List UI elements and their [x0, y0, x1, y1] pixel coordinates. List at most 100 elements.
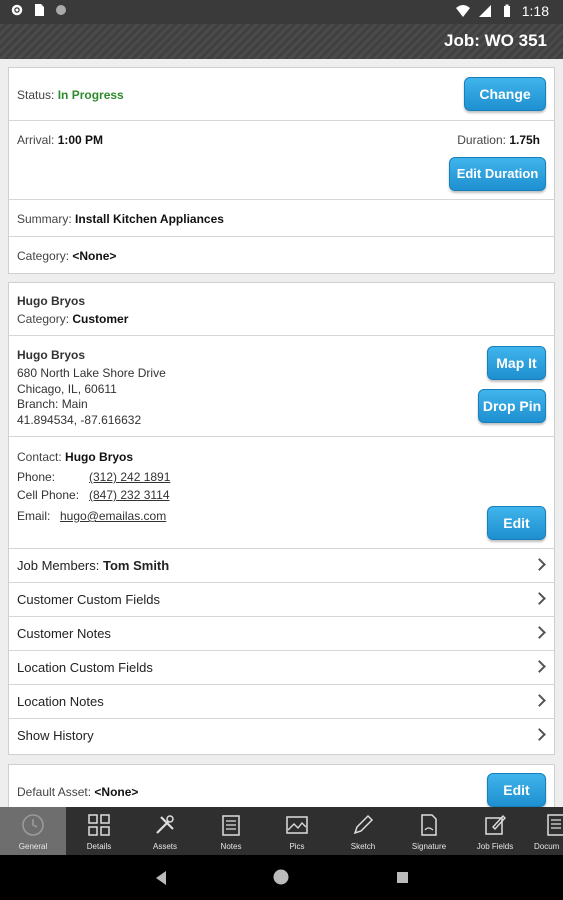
job-info-card: Status: In Progress Change Arrival: 1:00…: [8, 67, 555, 274]
customer-custom-fields-row[interactable]: Customer Custom Fields: [9, 583, 554, 617]
chevron-right-icon: [533, 558, 546, 571]
tab-label: General: [18, 842, 48, 851]
summary-row: Summary: Install Kitchen Appliances: [9, 200, 554, 237]
asset-card: Default Asset: <None> Edit: [8, 764, 555, 807]
phone-label: Phone:: [17, 470, 56, 484]
app-header: Job: WO 351: [0, 24, 563, 59]
row-label: Customer Notes: [17, 626, 111, 641]
grid-icon: [88, 814, 110, 836]
coordinates-text: 41.894534, -87.616632: [17, 413, 142, 427]
job-members-value: Tom Smith: [103, 558, 170, 573]
tab-label: Sketch: [350, 842, 376, 851]
job-members-row[interactable]: Job Members: Tom Smith: [9, 549, 554, 583]
category-row: Category: <None>: [9, 237, 554, 274]
system-status-bar: 1:18: [0, 0, 563, 24]
row-label: Location Notes: [17, 694, 104, 709]
customer-card: Hugo Bryos Category: Customer Hugo Bryos…: [8, 282, 555, 755]
category-value: <None>: [72, 249, 117, 263]
signal-icon: [478, 5, 491, 17]
chevron-right-icon: [533, 694, 546, 707]
tab-job-fields[interactable]: Job Fields: [462, 807, 528, 855]
documents-icon: [547, 814, 563, 836]
row-label: Show History: [17, 728, 94, 743]
page-title: Job: WO 351: [444, 31, 547, 50]
cell-phone-label: Cell Phone:: [17, 488, 80, 502]
recents-icon[interactable]: [396, 871, 409, 884]
arrival-row: Arrival: 1:00 PM Duration: 1.75h Edit Du…: [9, 121, 554, 200]
customer-category-label: Category:: [17, 312, 70, 326]
location-row: Hugo Bryos 680 North Lake Shore Drive Ch…: [9, 336, 554, 437]
default-asset-label: Default Asset:: [17, 785, 92, 799]
cell-phone-link[interactable]: (847) 232 3114: [89, 488, 170, 502]
customer-category-value: Customer: [72, 312, 129, 326]
contact-label: Contact:: [17, 450, 62, 464]
home-icon[interactable]: [272, 868, 290, 886]
contact-row: Contact: Hugo Bryos Phone: (312) 242 189…: [9, 437, 554, 549]
tab-label: Pics: [289, 842, 305, 851]
picture-icon: [286, 816, 308, 834]
location-custom-fields-row[interactable]: Location Custom Fields: [9, 651, 554, 685]
tab-label: Details: [86, 842, 112, 851]
address-line2: Chicago, IL, 60611: [17, 382, 117, 396]
tab-sketch[interactable]: Sketch: [330, 807, 396, 855]
row-label: Customer Custom Fields: [17, 592, 161, 607]
row-label: Location Custom Fields: [17, 660, 153, 675]
back-icon[interactable]: [154, 870, 168, 886]
phone-link[interactable]: (312) 242 1891: [89, 470, 170, 484]
tab-notes[interactable]: Notes: [198, 807, 264, 855]
notes-icon: [222, 815, 240, 836]
default-asset-value: <None>: [94, 785, 139, 799]
status-row: Status: In Progress Change: [9, 68, 554, 121]
branch-text: Branch: Main: [17, 397, 88, 411]
tab-documents[interactable]: Docum: [528, 807, 563, 855]
status-time: 1:18: [521, 3, 549, 19]
customer-notes-row[interactable]: Customer Notes: [9, 617, 554, 651]
contact-value: Hugo Bryos: [65, 450, 134, 464]
location-name: Hugo Bryos: [17, 348, 86, 362]
tab-label: Notes: [220, 842, 242, 851]
sd-card-icon: [35, 4, 44, 16]
clock-icon: [22, 814, 44, 836]
status-label: Status:: [17, 88, 55, 102]
location-notes-row[interactable]: Location Notes: [9, 685, 554, 719]
tools-icon: [156, 815, 174, 834]
arrival-label: Arrival:: [17, 133, 55, 147]
tab-pics[interactable]: Pics: [264, 807, 330, 855]
change-status-button[interactable]: Change: [464, 77, 546, 111]
tab-signature[interactable]: Signature: [396, 807, 462, 855]
tab-general[interactable]: General: [0, 807, 66, 855]
edit-duration-button[interactable]: Edit Duration: [449, 157, 546, 191]
tab-details[interactable]: Details: [66, 807, 132, 855]
tab-label: Docum: [534, 842, 560, 851]
document-icon: [421, 814, 437, 836]
chevron-right-icon: [533, 592, 546, 605]
bottom-tab-bar: General Details Assets Notes Pics Sketch…: [0, 807, 563, 855]
edit-asset-button[interactable]: Edit: [487, 773, 546, 807]
tab-label: Job Fields: [476, 842, 514, 851]
edit-contact-button[interactable]: Edit: [487, 506, 546, 540]
chevron-right-icon: [533, 626, 546, 639]
duration-value: 1.75h: [509, 133, 540, 147]
map-it-button[interactable]: Map It: [487, 346, 546, 380]
summary-label: Summary:: [17, 212, 72, 226]
settings-icon: [11, 4, 23, 16]
email-link[interactable]: hugo@emailas.com: [60, 509, 166, 523]
show-history-row[interactable]: Show History: [9, 719, 554, 753]
circle-icon: [56, 5, 66, 15]
customer-name: Hugo Bryos: [17, 294, 86, 308]
battery-icon: [503, 4, 510, 17]
chevron-right-icon: [533, 728, 546, 741]
customer-header-row: Hugo Bryos Category: Customer: [9, 283, 554, 336]
status-value: In Progress: [57, 88, 124, 102]
tab-assets[interactable]: Assets: [132, 807, 198, 855]
arrival-value: 1:00 PM: [57, 133, 104, 147]
wifi-icon: [455, 5, 470, 17]
drop-pin-button[interactable]: Drop Pin: [478, 389, 546, 423]
summary-value: Install Kitchen Appliances: [75, 212, 224, 226]
tab-label: Assets: [152, 842, 177, 851]
job-members-label: Job Members:: [17, 558, 100, 573]
address-line1: 680 North Lake Shore Drive: [17, 366, 166, 380]
edit-icon: [485, 814, 506, 835]
duration-label: Duration:: [457, 133, 506, 147]
chevron-right-icon: [533, 660, 546, 673]
